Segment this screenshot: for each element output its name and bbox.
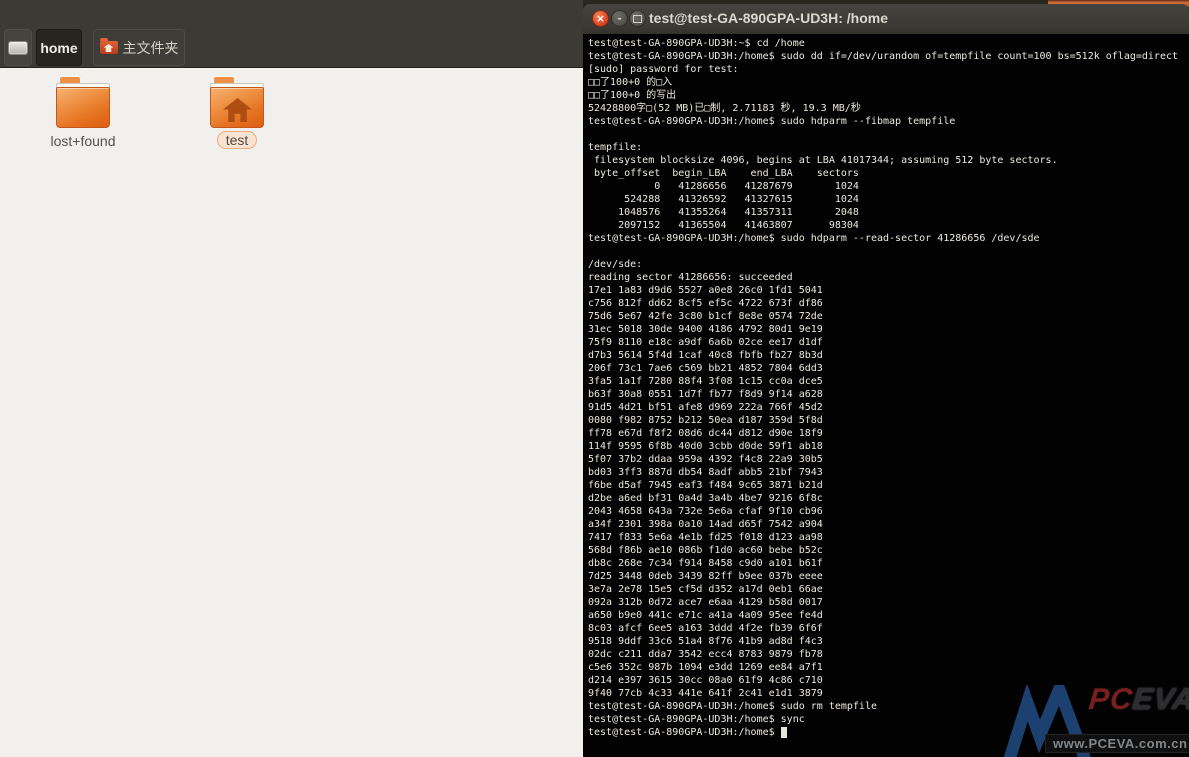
terminal-cursor [780,727,787,738]
maximize-button[interactable] [629,10,646,27]
terminal-titlebar[interactable]: × - test@test-GA-890GPA-UD3H: /home [583,4,1189,35]
drive-icon [8,40,28,55]
folder-label: lost+found [50,133,116,149]
minimize-button[interactable]: - [611,10,628,27]
close-button[interactable]: × [592,10,609,27]
close-icon: × [595,12,606,25]
folder-home-icon [99,38,118,54]
home-breadcrumb-button[interactable]: home [36,29,82,66]
home-folder-breadcrumb-label: 主文件夹 [122,39,179,56]
folder-item-test[interactable]: test [182,76,292,149]
desktop: home 主文件夹 lost+found test × - test@test-… [0,0,1189,757]
terminal-output: test@test-GA-890GPA-UD3H:~$ cd /home tes… [588,38,1179,725]
folder-label-selected: test [216,131,258,149]
folder-home-icon-large [210,76,264,128]
terminal-prompt-line: test@test-GA-890GPA-UD3H:/home$ [583,726,1189,739]
drive-breadcrumb-button[interactable] [4,29,32,66]
home-emblem-icon [103,44,114,52]
home-breadcrumb-label: home [40,39,78,56]
terminal-title: test@test-GA-890GPA-UD3H: /home [649,10,888,26]
terminal-window: × - test@test-GA-890GPA-UD3H: /home test… [583,4,1189,757]
maximize-icon [633,15,642,23]
minimize-icon: - [617,12,622,25]
home-folder-breadcrumb-button[interactable]: 主文件夹 [93,29,185,66]
file-manager-window: home 主文件夹 lost+found test [0,0,583,757]
file-manager-pathbar: home 主文件夹 [0,0,583,68]
folder-item-lost-found[interactable]: lost+found [28,76,138,149]
terminal-prompt: test@test-GA-890GPA-UD3H:/home$ [588,727,781,738]
folder-icon [56,76,110,128]
folder-front [56,87,110,128]
terminal-body[interactable]: test@test-GA-890GPA-UD3H:~$ cd /home tes… [583,34,1189,757]
